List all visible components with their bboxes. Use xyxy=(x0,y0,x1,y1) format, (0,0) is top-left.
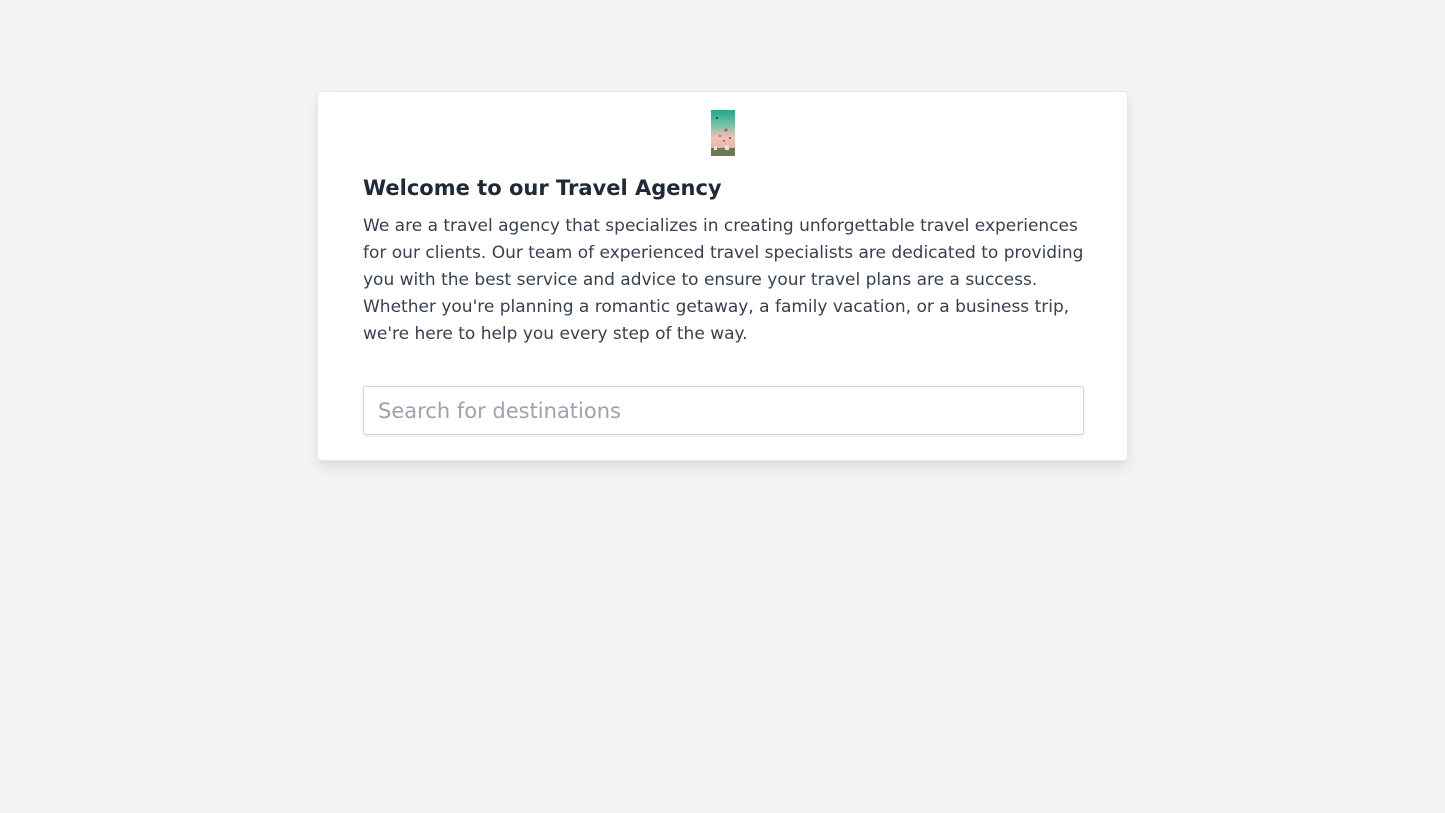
search-input[interactable] xyxy=(363,386,1084,435)
page-title: Welcome to our Travel Agency xyxy=(363,176,722,200)
welcome-card: Welcome to our Travel Agency We are a tr… xyxy=(317,91,1128,461)
logo-image xyxy=(711,110,735,156)
agency-description: We are a travel agency that specializes … xyxy=(363,216,1084,344)
